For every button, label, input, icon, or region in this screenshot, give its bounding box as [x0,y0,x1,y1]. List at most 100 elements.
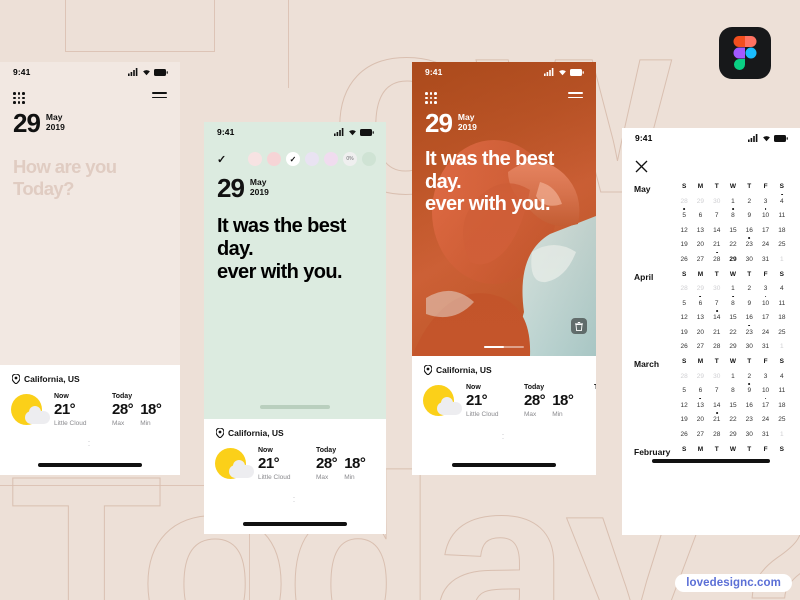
calendar-day-cell[interactable]: 23 [741,324,757,336]
calendar-day-cell[interactable]: 26 [676,340,692,350]
calendar-day-cell[interactable]: 28 [676,195,692,205]
calendar-day-cell[interactable]: 29 [725,428,741,438]
calendar-day-cell[interactable]: 12 [676,311,692,321]
calendar-day-cell[interactable]: 30 [741,340,757,350]
calendar-day-cell[interactable]: 3 [757,282,773,292]
calendar-day-cell[interactable]: 20 [692,238,708,248]
calendar-day-cell[interactable]: 22 [725,413,741,423]
swatch-orchid[interactable] [324,152,338,166]
calendar-day-cell[interactable]: 18 [774,399,790,409]
calendar-day-cell[interactable]: 19 [676,238,692,248]
calendar-day-cell[interactable]: 1 [774,340,790,350]
calendar-day-cell[interactable]: 19 [676,326,692,336]
calendar-day-cell[interactable]: 12 [676,399,692,409]
delete-photo-button[interactable] [571,318,587,334]
calendar-day-cell[interactable]: 26 [676,253,692,263]
calendar-month-march[interactable]: March S M T W T F S 28 29 30 1 2 3 4 5 6 7 8 9 10 11 12 13 14 15 1… [622,350,800,438]
calendar-day-cell[interactable]: 14 [709,310,725,321]
calendar-day-cell[interactable]: 10 [757,295,773,307]
calendar-day-cell[interactable]: 20 [692,413,708,423]
mood-color-picker[interactable]: ✓ ✓ 0% [204,142,386,166]
calendar-day-cell[interactable]: 1 [774,253,790,263]
calendar-day-cell[interactable]: 13 [692,311,708,321]
calendar-day-cell[interactable]: 9 [741,297,757,307]
mood-confirm-check-icon[interactable]: ✓ [217,153,248,166]
calendar-day-cell[interactable]: 8 [725,295,741,307]
calendar-day-cell[interactable]: 2 [741,195,757,205]
swatch-pink[interactable] [267,152,281,166]
calendar-day-cell[interactable]: 29 [692,370,708,380]
calendar-day-cell[interactable]: 27 [692,340,708,350]
calendar-day-cell[interactable]: 16 [741,399,757,409]
grid-menu-icon[interactable] [425,92,437,104]
calendar-day-cell[interactable]: 8 [725,384,741,394]
calendar-day-cell[interactable]: 6 [692,384,708,394]
calendar-day-cell[interactable]: 7 [709,297,725,307]
calendar-day-cell[interactable]: 1 [725,370,741,380]
calendar-day-cell[interactable]: 19 [676,413,692,423]
calendar-day-cell[interactable]: 30 [709,370,725,380]
calendar-day-cell[interactable]: 11 [774,297,790,307]
calendar-day-cell[interactable]: 30 [741,428,757,438]
calendar-day-cell[interactable]: 28 [709,428,725,438]
calendar-day-cell[interactable]: 18 [774,311,790,321]
calendar-day-cell[interactable]: 14 [709,399,725,409]
grid-menu-icon[interactable] [13,92,25,104]
calendar-month-may[interactable]: May S M T W T F S 28 29 30 1 2 3 4 5 6 7 8 9 10 11 12 13 14 15 16 1… [622,175,800,263]
calendar-day-cell[interactable]: 28 [709,251,725,263]
calendar-day-cell[interactable]: 27 [692,253,708,263]
weather-card[interactable]: California, US Now 21° Little Cloud Toda… [204,419,386,534]
hamburger-menu-icon[interactable] [568,92,583,99]
swatch-white[interactable]: ✓ [286,152,300,166]
calendar-day-cell[interactable]: 24 [757,238,773,248]
calendar-day-cell[interactable]: 21 [709,326,725,336]
calendar-day-cell[interactable]: 5 [676,208,692,219]
calendar-day-cell[interactable]: 30 [709,282,725,292]
photo-pager[interactable] [484,345,524,348]
calendar-day-cell[interactable]: 6 [692,295,708,307]
calendar-day-cell[interactable]: 15 [725,224,741,234]
close-button[interactable] [622,148,800,175]
calendar-day-cell[interactable]: 28 [676,370,692,380]
calendar-day-cell[interactable]: 29 [725,340,741,350]
calendar-day-cell[interactable]: 31 [757,253,773,263]
calendar-day-cell[interactable]: 2 [741,370,757,380]
calendar-day-cell[interactable]: 29 [692,282,708,292]
calendar-day-cell[interactable]: 29 [725,253,741,263]
calendar-day-cell[interactable]: 9 [741,209,757,219]
calendar-day-cell[interactable]: 31 [757,340,773,350]
calendar-day-cell[interactable]: 13 [692,397,708,409]
calendar-day-cell[interactable]: 17 [757,224,773,234]
calendar-day-cell[interactable]: 14 [709,224,725,234]
calendar-day-cell[interactable]: 17 [757,397,773,409]
calendar-day-cell[interactable]: 25 [774,413,790,423]
calendar-day-cell[interactable]: 25 [774,326,790,336]
weather-card[interactable]: California, US Now 21° Little Cloud Toda… [412,356,596,475]
swatch-grey[interactable]: 0% [343,152,357,166]
calendar-day-cell[interactable]: 22 [725,326,741,336]
calendar-day-cell[interactable]: 7 [709,384,725,394]
calendar-day-cell[interactable]: 18 [774,224,790,234]
weather-card[interactable]: California, US Now 21° Little Cloud Toda… [0,365,180,475]
calendar-day-cell[interactable]: 15 [725,399,741,409]
swatch-mint[interactable] [362,152,376,166]
calendar-day-cell[interactable]: 8 [725,208,741,219]
calendar-day-cell[interactable]: 28 [709,340,725,350]
swatch-blush[interactable] [248,152,262,166]
calendar-day-cell[interactable]: 22 [725,238,741,248]
calendar-day-cell[interactable]: 9 [741,383,757,394]
calendar-day-cell[interactable]: 25 [774,238,790,248]
calendar-day-cell[interactable]: 28 [676,282,692,292]
calendar-day-cell[interactable]: 17 [757,311,773,321]
calendar-day-cell[interactable]: 29 [692,195,708,205]
calendar-month-february[interactable]: February S M T W T F S [622,438,800,457]
calendar-day-cell[interactable]: 6 [692,209,708,219]
hamburger-menu-icon[interactable] [152,92,167,99]
entry-photo[interactable]: 9:41 29 May 2019 It was the best day. ev… [412,62,596,356]
calendar-day-cell[interactable]: 11 [774,384,790,394]
calendar-day-cell[interactable]: 4 [774,193,790,205]
calendar-month-april[interactable]: April S M T W T F S 28 29 30 1 2 3 4 5 6 7 8 9 10 11 12 13 14 15 1… [622,263,800,351]
swatch-lilac[interactable] [305,152,319,166]
calendar-day-cell[interactable]: 2 [741,282,757,292]
calendar-day-cell[interactable]: 5 [676,384,692,394]
